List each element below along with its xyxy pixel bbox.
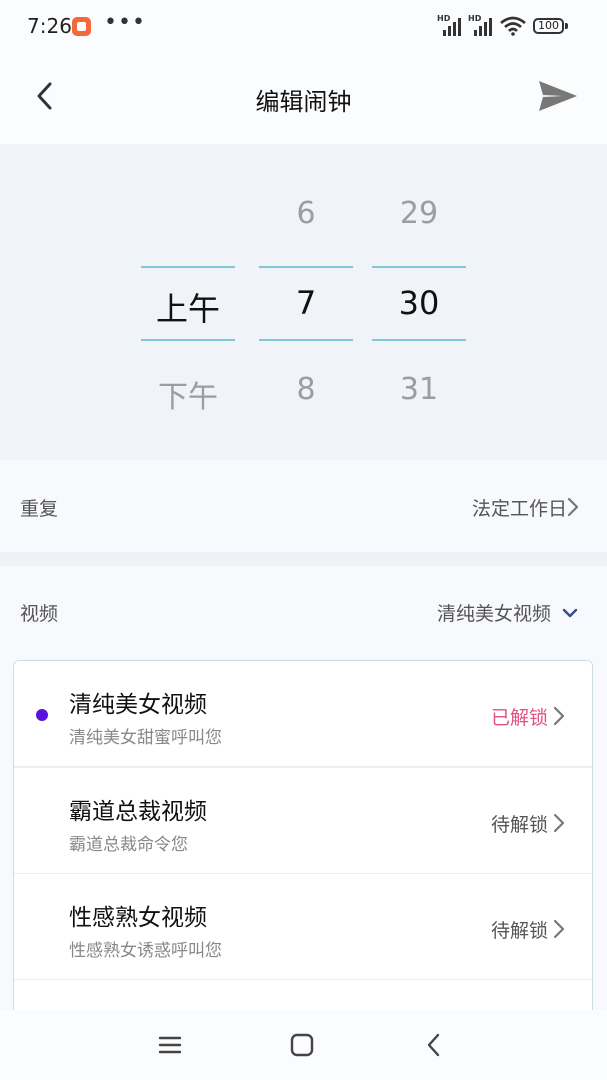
selection-line-top (372, 266, 466, 268)
wifi-icon (500, 16, 526, 36)
video-option-title: 霸道总裁视频 (69, 799, 207, 825)
app-notification-icon (72, 17, 91, 36)
period-option-below[interactable]: 下午 (141, 372, 235, 416)
period-wheel[interactable]: 上午 下午 (141, 144, 235, 460)
home-icon[interactable] (287, 1030, 317, 1060)
hour-option-below[interactable]: 8 (259, 372, 353, 407)
status-bar: 7:26 ••• HD HD 100 (0, 0, 607, 56)
minute-wheel[interactable]: 29 30 31 (372, 144, 466, 460)
time-picker: 上午 下午 6 7 8 29 30 31 (0, 144, 607, 460)
page-title: 编辑闹钟 (255, 88, 352, 116)
video-option-subtitle: 霸道总裁命令您 (69, 835, 188, 855)
chevron-down-icon[interactable] (561, 606, 579, 620)
video-option-item[interactable]: 霸道总裁视频 霸道总裁命令您 待解锁 (14, 768, 592, 875)
period-selected[interactable]: 上午 (141, 284, 235, 330)
video-option-status: 待解锁 (490, 920, 548, 942)
repeat-label: 重复 (20, 498, 59, 520)
hour-wheel[interactable]: 6 7 8 (259, 144, 353, 460)
video-option-subtitle: 清纯美女甜蜜呼叫您 (69, 728, 222, 748)
video-row[interactable]: 视频 清纯美女视频 (0, 566, 607, 660)
battery-tip (565, 23, 568, 29)
video-option-subtitle: 性感熟女诱惑呼叫您 (69, 941, 222, 961)
selection-line-bottom (259, 339, 353, 341)
video-label: 视频 (20, 603, 59, 625)
chevron-right-icon (553, 919, 565, 939)
system-navigation-bar (0, 1010, 607, 1080)
hour-option-above[interactable]: 6 (259, 196, 353, 231)
status-time: 7:26 (27, 14, 72, 38)
video-option-item[interactable]: 清纯美女视频 清纯美女甜蜜呼叫您 已解锁 (14, 661, 592, 768)
selection-line-top (141, 266, 235, 268)
selected-dot-icon (36, 709, 48, 721)
video-option-item[interactable]: 性感熟女视频 性感熟女诱惑呼叫您 待解锁 (14, 874, 592, 981)
app-header: 编辑闹钟 (0, 56, 607, 144)
video-option-status: 已解锁 (490, 707, 548, 729)
menu-icon[interactable] (155, 1030, 185, 1060)
video-option-list: 清纯美女视频 清纯美女甜蜜呼叫您 已解锁 霸道总裁视频 霸道总裁命令您 待解锁 … (13, 660, 593, 1020)
chevron-right-icon (553, 813, 565, 833)
back-icon[interactable] (419, 1030, 449, 1060)
minute-option-above[interactable]: 29 (372, 196, 466, 231)
more-notifications-icon: ••• (104, 10, 146, 35)
section-divider (0, 552, 607, 566)
video-value: 清纯美女视频 (436, 603, 551, 625)
video-option-status: 待解锁 (490, 814, 548, 836)
chevron-right-icon (567, 497, 579, 517)
minute-selected[interactable]: 30 (372, 284, 466, 322)
send-icon[interactable] (537, 76, 579, 116)
chevron-right-icon (553, 706, 565, 726)
video-option-title: 清纯美女视频 (69, 692, 207, 718)
selection-line-top (259, 266, 353, 268)
battery-icon: 100 (533, 18, 564, 34)
repeat-row[interactable]: 重复 法定工作日 (0, 460, 607, 552)
minute-option-below[interactable]: 31 (372, 372, 466, 407)
hour-selected[interactable]: 7 (259, 284, 353, 322)
signal-icon-1: HD (437, 14, 463, 36)
signal-icon-2: HD (468, 14, 494, 36)
selection-line-bottom (372, 339, 466, 341)
video-option-title: 性感熟女视频 (69, 905, 207, 931)
selection-line-bottom (141, 339, 235, 341)
repeat-value: 法定工作日 (471, 498, 567, 520)
